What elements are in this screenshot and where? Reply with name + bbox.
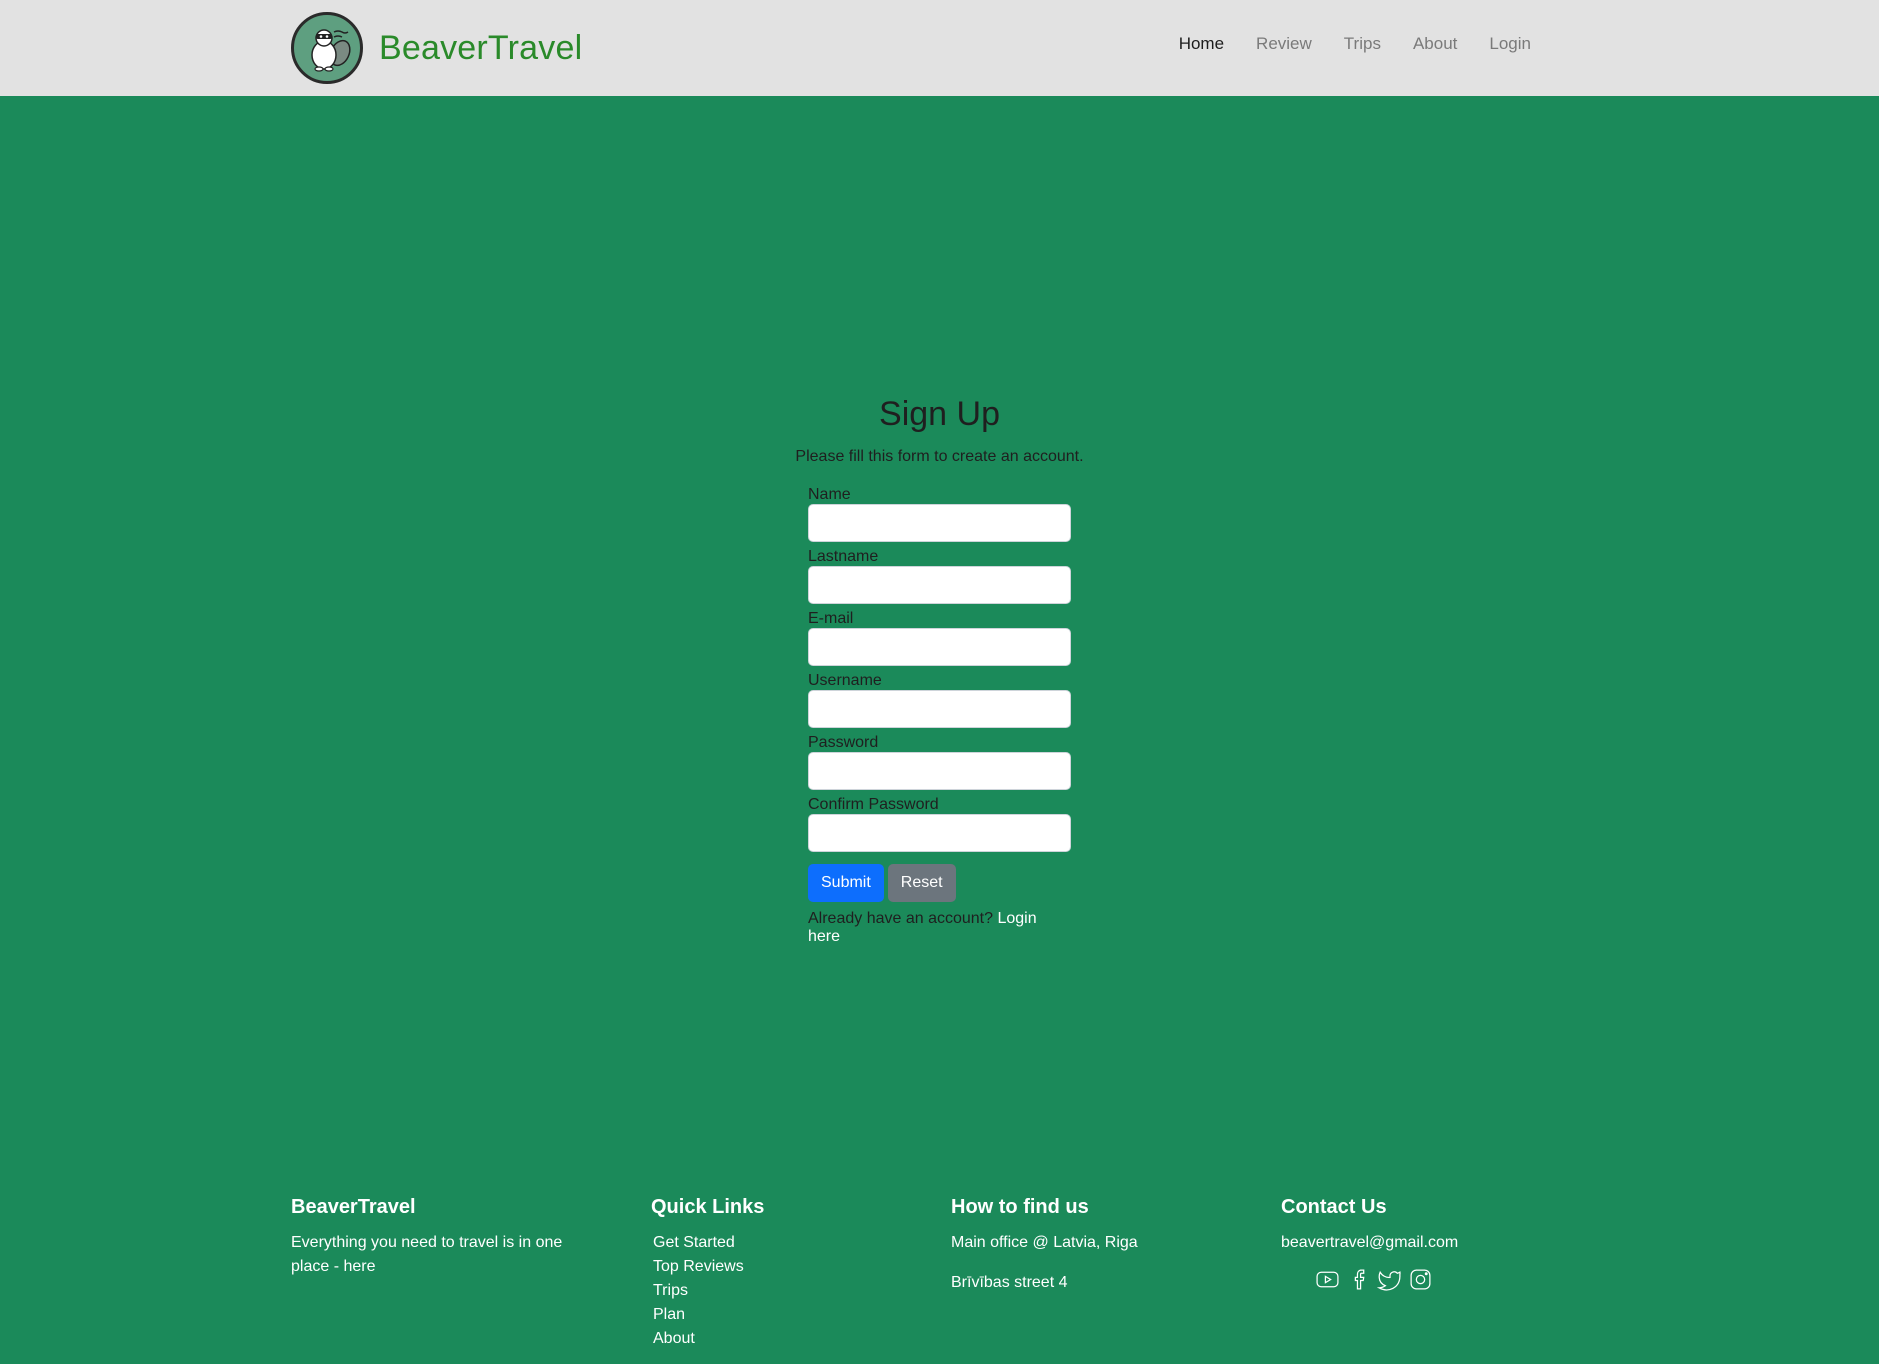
password-field[interactable] (808, 752, 1071, 790)
navbar: BeaverTravel Home Review Trips About Log… (0, 0, 1879, 96)
lastname-label: Lastname (808, 548, 879, 565)
username-label: Username (808, 672, 882, 689)
footer-link-top-reviews[interactable]: Top Reviews (653, 1258, 744, 1275)
login-prompt-text: Already have an account? (808, 910, 994, 927)
footer-find-us-title: How to find us (951, 1196, 1089, 1218)
page-title: Sign Up (879, 395, 1000, 433)
footer-find-us: How to find us Main office @ Latvia, Rig… (951, 1196, 1231, 1295)
signup-section: Sign Up Please fill this form to create … (0, 395, 1879, 945)
nav-review[interactable]: Review (1256, 34, 1312, 53)
nav-home[interactable]: Home (1179, 34, 1224, 53)
login-prompt: Already have an account? Login here (808, 910, 1072, 946)
footer-about-title: BeaverTravel (291, 1196, 416, 1218)
confirm-password-field[interactable] (808, 814, 1071, 852)
footer-link-about[interactable]: About (653, 1330, 695, 1347)
footer-street: Brīvības street 4 (951, 1274, 1068, 1291)
name-label: Name (808, 486, 851, 503)
form-buttons: Submit Reset (808, 864, 1072, 902)
footer-about-text: Everything you need to travel is in one … (291, 1231, 591, 1279)
email-label: E-mail (808, 610, 854, 627)
footer-office: Main office @ Latvia, Riga (951, 1234, 1138, 1251)
footer-link-plan[interactable]: Plan (653, 1306, 685, 1323)
password-label: Password (808, 734, 879, 751)
reset-button[interactable]: Reset (887, 864, 956, 902)
youtube-icon[interactable] (1315, 1267, 1340, 1292)
footer-about: BeaverTravel Everything you need to trav… (291, 1196, 591, 1279)
page-subtitle: Please fill this form to create an accou… (795, 448, 1084, 465)
main-nav: Home Review Trips About Login (1179, 34, 1531, 54)
submit-button[interactable]: Submit (808, 864, 884, 902)
footer-email: beavertravel@gmail.com (1281, 1234, 1459, 1251)
footer-here-link[interactable]: here (343, 1258, 375, 1275)
brand-link[interactable]: BeaverTravel (291, 12, 582, 84)
footer-contact: Contact Us beavertravel@gmail.com (1281, 1196, 1541, 1292)
email-field[interactable] (808, 628, 1071, 666)
twitter-icon[interactable] (1376, 1267, 1402, 1292)
footer-link-trips[interactable]: Trips (653, 1282, 688, 1299)
brand-name: BeaverTravel (379, 28, 583, 67)
facebook-icon[interactable] (1346, 1267, 1371, 1292)
username-field[interactable] (808, 690, 1071, 728)
nav-login[interactable]: Login (1489, 34, 1531, 53)
nav-trips[interactable]: Trips (1344, 34, 1381, 53)
footer-quick-links-title: Quick Links (651, 1196, 765, 1218)
footer-about-description: Everything you need to travel is in one … (291, 1234, 563, 1275)
confirm-password-label: Confirm Password (808, 796, 939, 813)
footer-quick-links: Quick Links Get Started Top Reviews Trip… (651, 1196, 891, 1351)
footer-contact-title: Contact Us (1281, 1196, 1387, 1218)
signup-form: Name Lastname E-mail Username Password C… (808, 485, 1072, 946)
nav-about[interactable]: About (1413, 34, 1457, 53)
beaver-logo-icon (291, 12, 363, 84)
lastname-field[interactable] (808, 566, 1071, 604)
name-field[interactable] (808, 504, 1071, 542)
footer-link-get-started[interactable]: Get Started (653, 1234, 735, 1251)
social-links (1315, 1267, 1541, 1292)
instagram-icon[interactable] (1408, 1267, 1433, 1292)
